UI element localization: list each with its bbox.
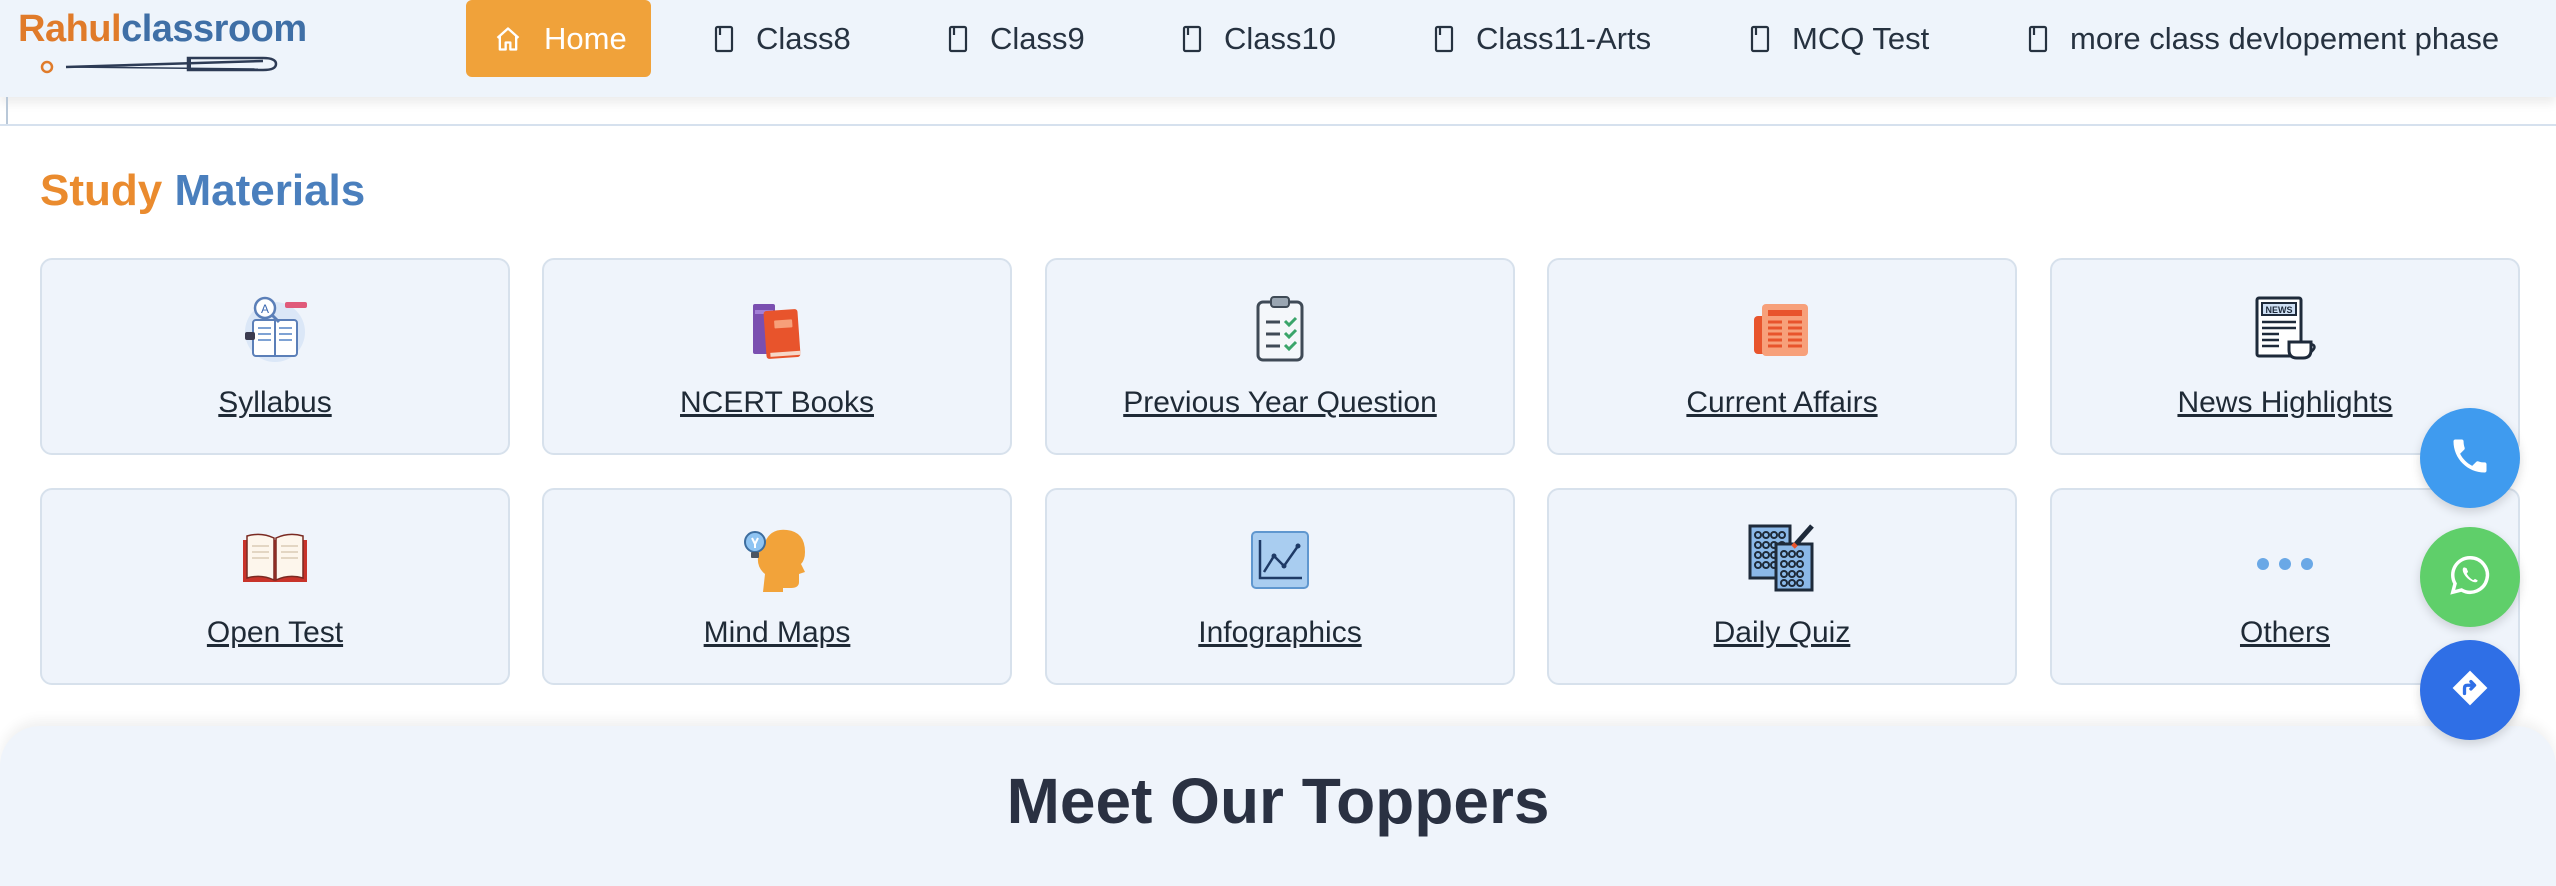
nav-class10[interactable]: Class10	[1182, 0, 1336, 77]
card-daily-quiz[interactable]: Daily Quiz	[1547, 488, 2017, 685]
nav-class8[interactable]: Class8	[714, 0, 851, 77]
whatsapp-button[interactable]	[2420, 527, 2520, 627]
nav-label: MCQ Test	[1792, 20, 1930, 56]
syllabus-icon: A	[42, 292, 508, 364]
card-previous-year-question[interactable]: Previous Year Question	[1045, 258, 1515, 455]
header-divider	[0, 124, 2556, 126]
title-word-2: Materials	[174, 166, 366, 215]
home-icon	[494, 25, 522, 53]
line-chart-icon	[1047, 522, 1513, 594]
nav-mcq-test[interactable]: MCQ Test	[1750, 0, 1929, 77]
bookmark-icon	[1182, 25, 1202, 53]
directions-button[interactable]	[2420, 640, 2520, 740]
bookmark-icon	[1750, 25, 1770, 53]
card-infographics[interactable]: Infographics	[1045, 488, 1515, 685]
top-navbar: Rahulclassroom Home Class8 Class9 Class1	[0, 0, 2556, 97]
card-open-test[interactable]: Open Test	[40, 488, 510, 685]
books-icon	[544, 292, 1010, 364]
whatsapp-icon	[2447, 552, 2493, 603]
nav-class11-arts[interactable]: Class11-Arts	[1434, 0, 1651, 77]
card-label: Syllabus	[218, 386, 332, 419]
bookmark-icon	[2028, 25, 2048, 53]
svg-text:A: A	[261, 302, 269, 316]
card-label: Previous Year Question	[1123, 386, 1437, 419]
pen-icon	[40, 56, 278, 74]
title-word-1: Study	[40, 166, 163, 215]
bookmark-icon	[948, 25, 968, 53]
svg-text:NEWS: NEWS	[2266, 305, 2293, 315]
answer-sheet-icon	[1549, 522, 2015, 594]
toppers-section: Meet Our Toppers	[0, 726, 2556, 886]
newspaper-icon	[1549, 292, 2015, 364]
clipboard-checklist-icon	[1047, 292, 1513, 364]
card-label: Current Affairs	[1686, 386, 1878, 419]
logo-text-part1: Rahul	[18, 8, 122, 50]
bookmark-icon	[714, 25, 734, 53]
card-current-affairs[interactable]: Current Affairs	[1547, 258, 2017, 455]
site-logo[interactable]: Rahulclassroom	[18, 8, 307, 74]
card-label: Open Test	[206, 616, 344, 649]
bookmark-icon	[1434, 25, 1454, 53]
logo-text-part2: classroom	[121, 8, 307, 50]
card-label: NCERT Books	[680, 386, 874, 419]
card-mind-maps[interactable]: Mind Maps	[542, 488, 1012, 685]
nav-home[interactable]: Home	[466, 0, 651, 77]
study-materials-title: Study Materials	[40, 166, 365, 216]
card-ncert-books[interactable]: NCERT Books	[542, 258, 1012, 455]
head-bulb-icon	[544, 522, 1010, 594]
nav-label: more class devlopement phase	[2070, 20, 2500, 56]
card-label: Mind Maps	[703, 616, 851, 649]
header-edge	[6, 97, 8, 124]
nav-label: Class8	[756, 20, 851, 56]
open-book-icon	[42, 522, 508, 594]
nav-label: Class11-Arts	[1476, 20, 1652, 56]
phone-icon	[2448, 434, 2492, 483]
nav-label: Class10	[1224, 20, 1336, 56]
news-coffee-icon: NEWS	[2052, 292, 2518, 364]
nav-more-classes[interactable]: more class devlopement phase	[2028, 0, 2499, 77]
nav-label: Class9	[990, 20, 1085, 56]
toppers-title: Meet Our Toppers	[1006, 765, 1550, 837]
call-button[interactable]	[2420, 408, 2520, 508]
card-label: Daily Quiz	[1713, 616, 1851, 649]
logo-text: Rahulclassroom	[18, 8, 307, 51]
card-label: Infographics	[1198, 616, 1362, 649]
card-syllabus[interactable]: A Syllabus	[40, 258, 510, 455]
directions-icon	[2448, 666, 2492, 715]
nav-home-label: Home	[544, 20, 627, 56]
nav-class9[interactable]: Class9	[948, 0, 1085, 77]
